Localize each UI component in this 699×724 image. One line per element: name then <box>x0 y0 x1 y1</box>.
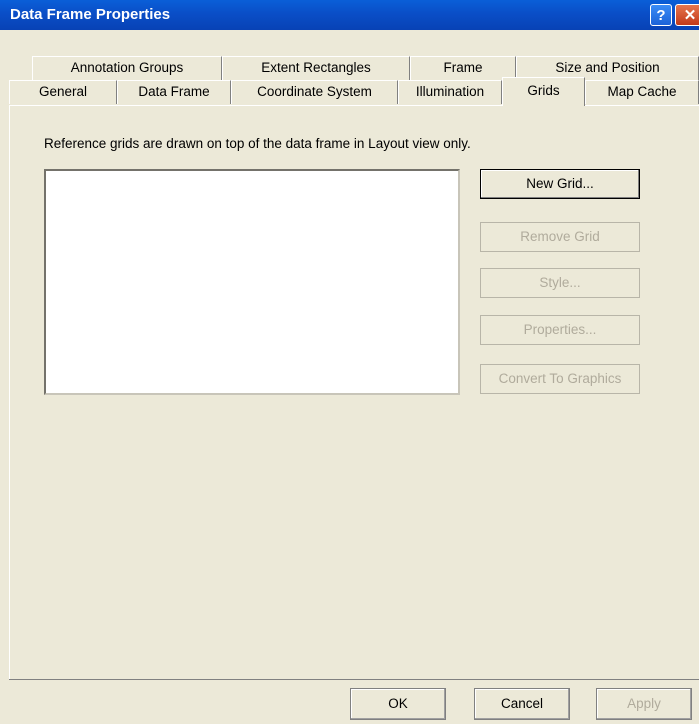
remove-grid-button[interactable]: Remove Grid <box>480 222 640 252</box>
ok-button[interactable]: OK <box>350 688 446 720</box>
close-icon: ✕ <box>683 7 697 24</box>
cancel-button[interactable]: Cancel <box>474 688 570 720</box>
tab-general[interactable]: General <box>9 80 117 104</box>
tab-grids[interactable]: Grids <box>502 77 585 106</box>
title-bar: Data Frame Properties ? ✕ <box>0 0 699 30</box>
tab-frame[interactable]: Frame <box>410 56 516 80</box>
grid-list[interactable] <box>44 169 460 395</box>
tab-illumination[interactable]: Illumination <box>398 80 502 104</box>
help-button[interactable]: ? <box>650 4 672 26</box>
footer-divider <box>9 679 699 680</box>
window-title: Data Frame Properties <box>10 6 171 23</box>
new-grid-button[interactable]: New Grid... <box>480 169 640 199</box>
style-button[interactable]: Style... <box>480 268 640 298</box>
apply-button[interactable]: Apply <box>596 688 692 720</box>
grids-description: Reference grids are drawn on top of the … <box>44 136 471 151</box>
tab-data-frame[interactable]: Data Frame <box>117 80 231 104</box>
help-icon: ? <box>656 7 666 24</box>
tab-map-cache[interactable]: Map Cache <box>585 80 699 104</box>
tab-extent-rectangles[interactable]: Extent Rectangles <box>222 56 410 80</box>
tab-annotation-groups[interactable]: Annotation Groups <box>32 56 222 80</box>
properties-button[interactable]: Properties... <box>480 315 640 345</box>
tab-coordinate-system[interactable]: Coordinate System <box>231 80 398 104</box>
close-button[interactable]: ✕ <box>675 4 699 26</box>
convert-to-graphics-button[interactable]: Convert To Graphics <box>480 364 640 394</box>
